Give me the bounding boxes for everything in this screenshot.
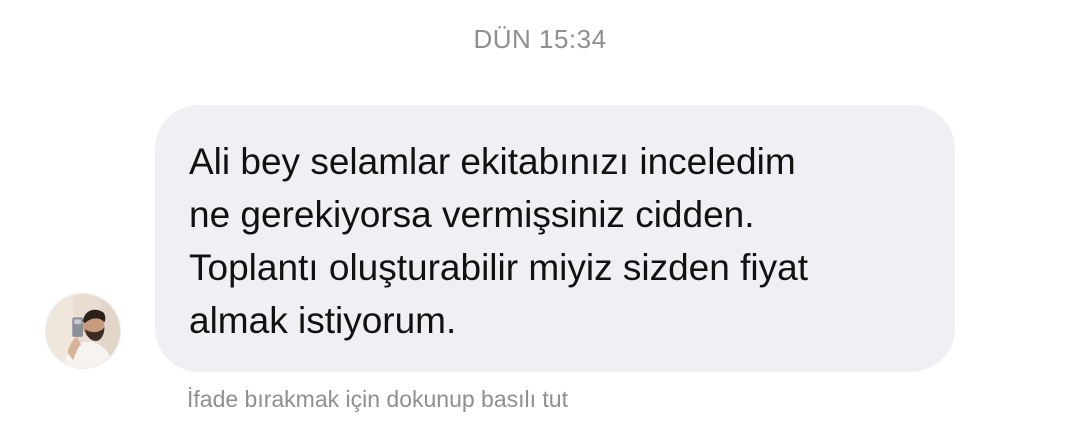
sender-avatar[interactable] bbox=[45, 293, 121, 369]
reaction-hint: İfade bırakmak için dokunup basılı tut bbox=[187, 386, 568, 412]
person-photo-icon bbox=[46, 294, 120, 368]
message-text: Ali bey selamlar ekitabınızı inceledim n… bbox=[189, 141, 808, 341]
message-bubble[interactable]: Ali bey selamlar ekitabınızı inceledim n… bbox=[155, 105, 955, 372]
message-timestamp: DÜN 15:34 bbox=[473, 24, 607, 54]
